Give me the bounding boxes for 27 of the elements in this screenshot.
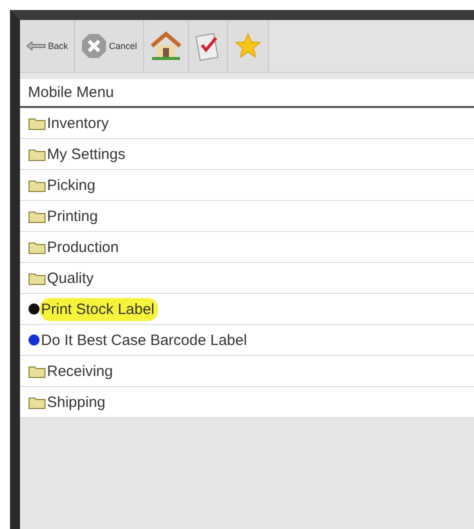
menu-item[interactable]: Shipping (20, 387, 474, 418)
back-arrow-icon (26, 41, 46, 51)
folder-icon (28, 272, 46, 284)
menu-item[interactable]: Picking (20, 170, 474, 201)
folder-icon (28, 116, 46, 130)
menu-item[interactable]: Quality (20, 263, 474, 294)
folder-icon (28, 364, 46, 378)
folder-icon (28, 210, 46, 222)
checklist-button[interactable] (189, 20, 228, 72)
home-icon (150, 31, 182, 61)
folder-icon (28, 240, 46, 254)
folder-icon (28, 148, 46, 160)
menu-item[interactable]: My Settings (20, 139, 474, 170)
menu-item[interactable]: Do It Best Case Barcode Label (20, 325, 474, 356)
menu-item[interactable]: Printing (20, 201, 474, 232)
cancel-button[interactable]: Cancel (75, 20, 144, 72)
folder-icon (28, 178, 46, 192)
folder-icon (28, 396, 46, 408)
menu-item[interactable]: Receiving (20, 356, 474, 387)
menu-item[interactable]: Print Stock Label (20, 294, 474, 325)
star-icon (234, 32, 262, 60)
menu-item[interactable]: Production (20, 232, 474, 263)
home-button[interactable] (144, 20, 190, 72)
close-icon (81, 33, 108, 59)
menu-item[interactable]: Inventory (20, 108, 474, 139)
back-button[interactable]: Back (20, 20, 76, 72)
menu-header: Mobile Menu (20, 79, 474, 108)
